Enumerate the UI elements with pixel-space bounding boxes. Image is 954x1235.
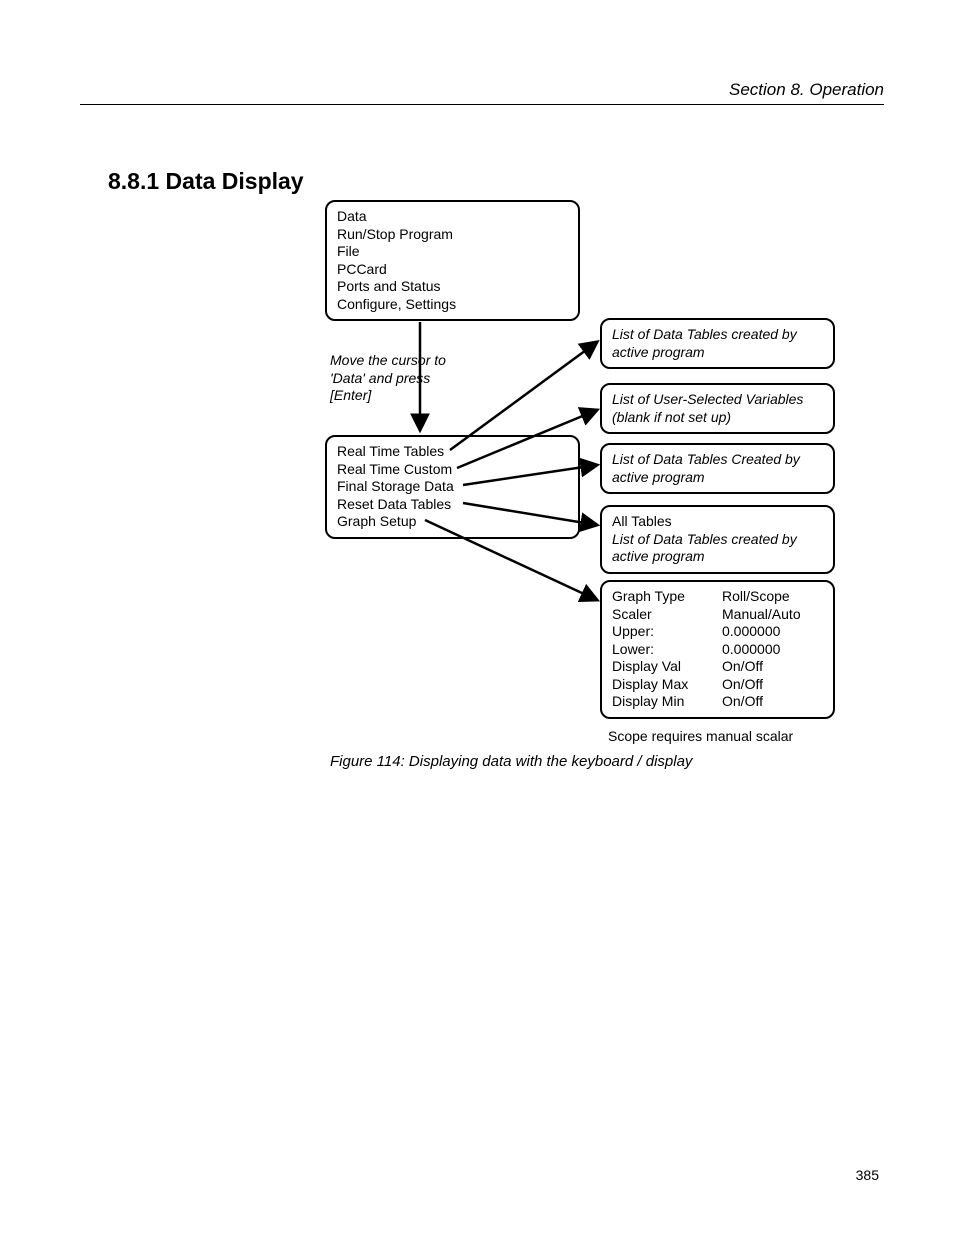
graph-setup-value: Roll/Scope xyxy=(722,588,790,606)
running-header: Section 8. Operation xyxy=(80,80,884,105)
graph-setup-value: Manual/Auto xyxy=(722,606,801,624)
figure-caption: Figure 114: Displaying data with the key… xyxy=(330,753,692,770)
graph-setup-row: Lower: 0.000000 xyxy=(612,641,823,659)
right-box-4-line1: All Tables xyxy=(612,513,823,531)
graph-setup-label: Display Val xyxy=(612,658,722,676)
data-submenu-box: Real Time Tables Real Time Custom Final … xyxy=(325,435,580,539)
menu-item: Graph Setup xyxy=(337,513,568,531)
graph-setup-row: Display Max On/Off xyxy=(612,676,823,694)
right-box-4-line2: List of Data Tables created by active pr… xyxy=(612,531,823,566)
graph-setup-value: On/Off xyxy=(722,658,763,676)
menu-item: Real Time Custom xyxy=(337,461,568,479)
menu-item: PCCard xyxy=(337,261,568,279)
graph-setup-row: Graph Type Roll/Scope xyxy=(612,588,823,606)
graph-setup-label: Display Max xyxy=(612,676,722,694)
menu-item: Data xyxy=(337,208,568,226)
graph-setup-value: 0.000000 xyxy=(722,623,780,641)
menu-item: Run/Stop Program xyxy=(337,226,568,244)
section-header: Section 8. Operation xyxy=(80,80,884,105)
right-box-1-text: List of Data Tables created by active pr… xyxy=(612,326,797,360)
graph-setup-value: On/Off xyxy=(722,693,763,711)
graph-setup-label: Upper: xyxy=(612,623,722,641)
right-box-4: All Tables List of Data Tables created b… xyxy=(600,505,835,574)
right-box-3-text: List of Data Tables Created by active pr… xyxy=(612,451,800,485)
graph-setup-row: Scaler Manual/Auto xyxy=(612,606,823,624)
graph-setup-label: Display Min xyxy=(612,693,722,711)
section-heading: 8.8.1 Data Display xyxy=(108,168,304,195)
graph-setup-row: Display Min On/Off xyxy=(612,693,823,711)
menu-item: Ports and Status xyxy=(337,278,568,296)
right-box-3: List of Data Tables Created by active pr… xyxy=(600,443,835,494)
page-number: 385 xyxy=(856,1167,879,1183)
right-box-1: List of Data Tables created by active pr… xyxy=(600,318,835,369)
menu-item: Reset Data Tables xyxy=(337,496,568,514)
graph-setup-label: Graph Type xyxy=(612,588,722,606)
menu-item: Final Storage Data xyxy=(337,478,568,496)
menu-item: Configure, Settings xyxy=(337,296,568,314)
graph-setup-box: Graph Type Roll/Scope Scaler Manual/Auto… xyxy=(600,580,835,719)
page: Section 8. Operation 8.8.1 Data Display … xyxy=(0,0,954,1235)
graph-setup-value: On/Off xyxy=(722,676,763,694)
graph-setup-label: Scaler xyxy=(612,606,722,624)
scope-note: Scope requires manual scalar xyxy=(608,728,793,744)
right-box-2-text: List of User-Selected Variables (blank i… xyxy=(612,391,803,425)
menu-item: File xyxy=(337,243,568,261)
graph-setup-label: Lower: xyxy=(612,641,722,659)
instruction-label: Move the cursor to 'Data' and press [Ent… xyxy=(330,352,460,405)
graph-setup-row: Upper: 0.000000 xyxy=(612,623,823,641)
right-box-2: List of User-Selected Variables (blank i… xyxy=(600,383,835,434)
menu-item: Real Time Tables xyxy=(337,443,568,461)
graph-setup-row: Display Val On/Off xyxy=(612,658,823,676)
graph-setup-value: 0.000000 xyxy=(722,641,780,659)
main-menu-box: Data Run/Stop Program File PCCard Ports … xyxy=(325,200,580,321)
